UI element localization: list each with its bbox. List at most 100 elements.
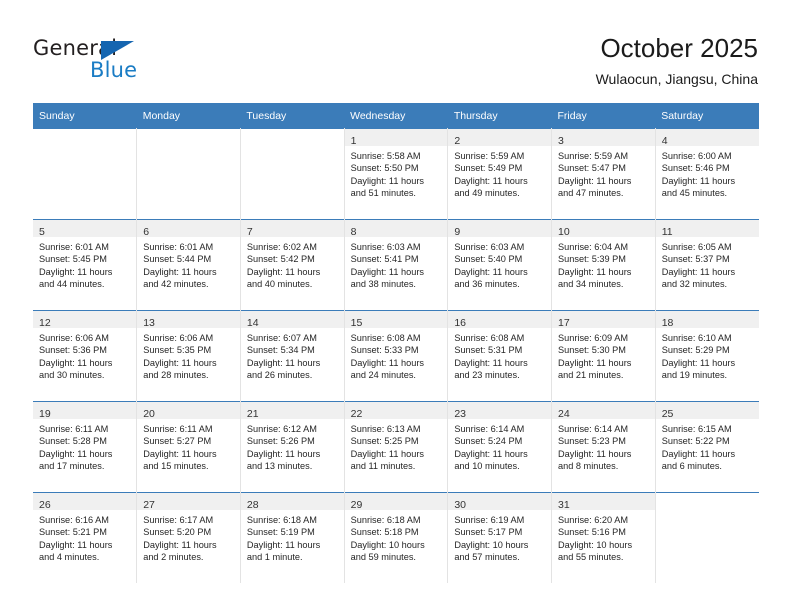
daylight-text-line1: Daylight: 11 hours xyxy=(39,357,113,368)
calendar-day-cell[interactable]: 19 Sunrise: 6:11 AM Sunset: 5:28 PM Dayligh… xyxy=(33,401,138,493)
day-cell-details: Sunrise: 6:14 AM Sunset: 5:23 PM Daylight:… xyxy=(552,419,655,473)
sunrise-text: Sunrise: 6:10 AM xyxy=(661,333,732,343)
day-cell-inner: 5 Sunrise: 6:01 AM Sunset: 5:45 PM Daylight… xyxy=(33,220,137,310)
day-number: 5 xyxy=(39,226,45,238)
day-cell-inner: 10 Sunrise: 6:04 AM Sunset: 5:39 PM Dayligh… xyxy=(552,220,655,310)
calendar-day-cell[interactable]: 1 Sunrise: 5:58 AM Sunset: 5:50 PM Daylight… xyxy=(344,128,449,220)
sunset-text: Sunset: 5:24 PM xyxy=(454,436,523,447)
sunset-text: Sunset: 5:18 PM xyxy=(350,527,419,538)
calendar-day-cell[interactable]: 20 Sunrise: 6:11 AM Sunset: 5:27 PM Dayligh… xyxy=(136,401,241,493)
daylight-text-line1: Daylight: 11 hours xyxy=(350,448,424,459)
calendar-day-cell[interactable]: 8 Sunrise: 6:03 AM Sunset: 5:41 PM Daylight… xyxy=(344,219,449,311)
sunset-text: Sunset: 5:31 PM xyxy=(454,345,523,356)
calendar-day-cell[interactable]: 4 Sunrise: 6:00 AM Sunset: 5:46 PM Daylight… xyxy=(655,128,759,220)
day-cell-details: Sunrise: 6:01 AM Sunset: 5:44 PM Daylight:… xyxy=(137,237,240,291)
day-cell-details: Sunrise: 6:19 AM Sunset: 5:17 PM Daylight:… xyxy=(448,510,551,564)
daylight-text-line2: and 23 minutes. xyxy=(454,370,520,381)
day-number-band: 12 xyxy=(33,311,137,329)
weekday-header-monday: Monday xyxy=(136,103,241,129)
calendar-day-cell[interactable]: 23 Sunrise: 6:14 AM Sunset: 5:24 PM Dayligh… xyxy=(447,401,553,493)
sunset-text: Sunset: 5:46 PM xyxy=(661,163,730,174)
calendar-day-cell[interactable]: 31 Sunrise: 6:20 AM Sunset: 5:16 PM Dayligh… xyxy=(551,492,656,583)
sunrise-text: Sunrise: 6:03 AM xyxy=(454,242,525,252)
calendar-day-cell[interactable]: 12 Sunrise: 6:06 AM Sunset: 5:36 PM Dayligh… xyxy=(33,310,138,402)
daylight-text-line1: Daylight: 11 hours xyxy=(558,448,632,459)
day-cell-details: Sunrise: 6:14 AM Sunset: 5:24 PM Daylight:… xyxy=(448,419,551,473)
day-number-band: 28 xyxy=(240,493,344,511)
day-cell-inner: 20 Sunrise: 6:11 AM Sunset: 5:27 PM Dayligh… xyxy=(137,402,240,492)
general-blue-logo[interactable]: General Blue xyxy=(33,36,163,84)
sunrise-text: Sunrise: 6:08 AM xyxy=(350,333,421,343)
day-number-band: 7 xyxy=(240,220,344,238)
sunrise-text: Sunrise: 6:12 AM xyxy=(246,424,317,434)
day-number-band: 9 xyxy=(448,220,552,238)
daylight-text-line1: Daylight: 11 hours xyxy=(558,357,632,368)
calendar-day-cell[interactable]: 25 Sunrise: 6:15 AM Sunset: 5:22 PM Dayligh… xyxy=(655,401,759,493)
calendar-day-cell[interactable]: 21 Sunrise: 6:12 AM Sunset: 5:26 PM Dayligh… xyxy=(240,401,345,493)
day-cell-inner: 16 Sunrise: 6:08 AM Sunset: 5:31 PM Dayligh… xyxy=(448,311,552,401)
sunset-text: Sunset: 5:17 PM xyxy=(454,527,523,538)
daylight-text-line1: Daylight: 11 hours xyxy=(39,266,113,277)
day-cell-inner: 26 Sunrise: 6:16 AM Sunset: 5:21 PM Dayligh… xyxy=(33,493,137,583)
calendar-week-row: 19 Sunrise: 6:11 AM Sunset: 5:28 PM Dayligh… xyxy=(33,401,759,493)
daylight-text-line1: Daylight: 11 hours xyxy=(454,266,528,277)
calendar-day-cell[interactable]: 24 Sunrise: 6:14 AM Sunset: 5:23 PM Dayligh… xyxy=(551,401,656,493)
day-number-band: 26 xyxy=(33,493,137,511)
sunrise-text: Sunrise: 5:58 AM xyxy=(350,151,421,161)
daylight-text-line2: and 45 minutes. xyxy=(661,188,728,199)
day-number-band: 18 xyxy=(655,311,759,329)
daylight-text-line1: Daylight: 11 hours xyxy=(558,266,632,277)
sunrise-text: Sunrise: 6:11 AM xyxy=(39,424,109,434)
calendar-day-cell[interactable]: 17 Sunrise: 6:09 AM Sunset: 5:30 PM Dayligh… xyxy=(551,310,656,402)
calendar-day-cell[interactable]: 3 Sunrise: 5:59 AM Sunset: 5:47 PM Daylight… xyxy=(551,128,656,220)
sunset-text: Sunset: 5:36 PM xyxy=(39,345,107,356)
calendar-day-cell[interactable]: 18 Sunrise: 6:10 AM Sunset: 5:29 PM Dayligh… xyxy=(655,310,759,402)
daylight-text-line2: and 13 minutes. xyxy=(246,461,313,472)
daylight-text-line1: Daylight: 11 hours xyxy=(661,266,736,277)
calendar-day-cell[interactable]: 7 Sunrise: 6:02 AM Sunset: 5:42 PM Daylight… xyxy=(240,219,345,311)
day-number-band: 27 xyxy=(137,493,240,511)
sunrise-text: Sunrise: 6:16 AM xyxy=(39,515,109,525)
sunrise-text: Sunrise: 6:00 AM xyxy=(661,151,732,161)
daylight-text-line2: and 8 minutes. xyxy=(558,461,619,472)
day-number: 28 xyxy=(246,499,259,511)
day-cell-details: Sunrise: 6:13 AM Sunset: 5:25 PM Daylight:… xyxy=(345,419,448,473)
day-cell-inner: 28 Sunrise: 6:18 AM Sunset: 5:19 PM Dayligh… xyxy=(240,493,344,583)
calendar-day-cell[interactable]: 11 Sunrise: 6:05 AM Sunset: 5:37 PM Dayligh… xyxy=(655,219,759,311)
sunset-text: Sunset: 5:42 PM xyxy=(246,254,315,265)
day-number: 16 xyxy=(454,317,466,329)
day-number-band: 5 xyxy=(33,220,137,238)
daylight-text-line1: Daylight: 11 hours xyxy=(143,266,217,277)
calendar-day-cell[interactable]: 22 Sunrise: 6:13 AM Sunset: 5:25 PM Dayligh… xyxy=(344,401,449,493)
calendar-day-cell[interactable]: 13 Sunrise: 6:06 AM Sunset: 5:35 PM Dayligh… xyxy=(136,310,241,402)
calendar-day-cell[interactable]: 28 Sunrise: 6:18 AM Sunset: 5:19 PM Dayligh… xyxy=(240,492,345,583)
day-number-band: 16 xyxy=(448,311,552,329)
calendar-day-cell[interactable]: 16 Sunrise: 6:08 AM Sunset: 5:31 PM Dayligh… xyxy=(447,310,553,402)
day-cell-details: Sunrise: 6:16 AM Sunset: 5:21 PM Daylight:… xyxy=(33,510,136,564)
day-number: 7 xyxy=(246,226,253,238)
day-number-band: 30 xyxy=(448,493,552,511)
calendar-day-cell[interactable]: 9 Sunrise: 6:03 AM Sunset: 5:40 PM Daylight… xyxy=(447,219,553,311)
day-number: 9 xyxy=(454,226,461,238)
day-cell-details: Sunrise: 6:11 AM Sunset: 5:28 PM Daylight:… xyxy=(33,419,136,473)
daylight-text-line1: Daylight: 11 hours xyxy=(39,448,113,459)
daylight-text-line2: and 34 minutes. xyxy=(558,279,624,290)
calendar-day-cell[interactable]: 6 Sunrise: 6:01 AM Sunset: 5:44 PM Daylight… xyxy=(136,219,241,311)
calendar-day-cell[interactable]: 27 Sunrise: 6:17 AM Sunset: 5:20 PM Dayligh… xyxy=(136,492,241,583)
day-number-band xyxy=(241,129,344,146)
day-number-band: 15 xyxy=(344,311,448,329)
calendar-day-cell[interactable]: 10 Sunrise: 6:04 AM Sunset: 5:39 PM Dayligh… xyxy=(551,219,656,311)
daylight-text-line2: and 57 minutes. xyxy=(454,552,520,563)
sunrise-text: Sunrise: 6:01 AM xyxy=(39,242,109,252)
sunset-text: Sunset: 5:47 PM xyxy=(558,163,626,174)
sunrise-text: Sunrise: 6:06 AM xyxy=(39,333,109,343)
calendar-day-cell[interactable]: 5 Sunrise: 6:01 AM Sunset: 5:45 PM Daylight… xyxy=(33,219,138,311)
calendar-cell-empty xyxy=(33,128,138,220)
calendar-day-cell[interactable]: 2 Sunrise: 5:59 AM Sunset: 5:49 PM Daylight… xyxy=(447,128,553,220)
calendar-day-cell[interactable]: 14 Sunrise: 6:07 AM Sunset: 5:34 PM Dayligh… xyxy=(240,310,345,402)
calendar-day-cell[interactable]: 29 Sunrise: 6:18 AM Sunset: 5:18 PM Dayligh… xyxy=(344,492,449,583)
title-block: October 2025 Wulaocun, Jiangsu, China xyxy=(596,32,758,89)
calendar-day-cell[interactable]: 30 Sunrise: 6:19 AM Sunset: 5:17 PM Dayligh… xyxy=(447,492,553,583)
calendar-day-cell[interactable]: 26 Sunrise: 6:16 AM Sunset: 5:21 PM Dayligh… xyxy=(33,492,138,583)
calendar-day-cell[interactable]: 15 Sunrise: 6:08 AM Sunset: 5:33 PM Dayligh… xyxy=(344,310,449,402)
